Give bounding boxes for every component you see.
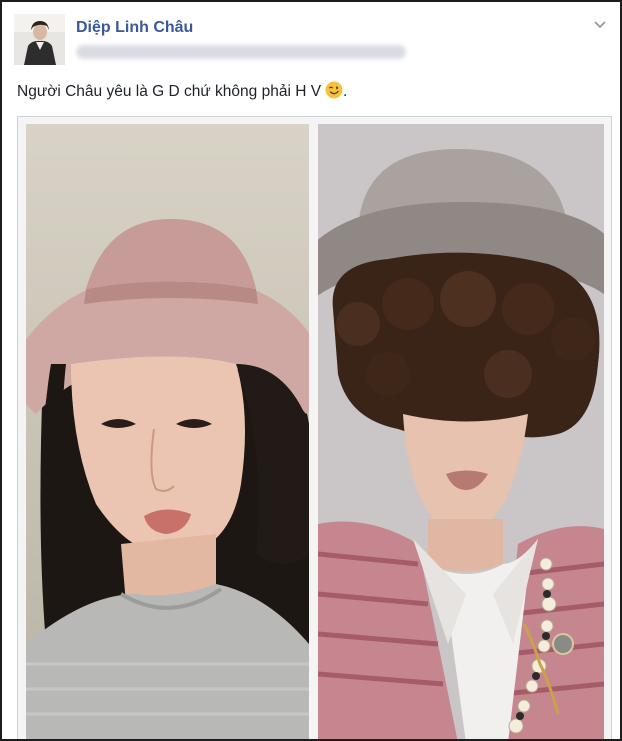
post-timestamp-blurred: [76, 45, 406, 59]
chevron-down-icon[interactable]: [592, 17, 608, 33]
wink-emoji-icon: [325, 81, 343, 99]
post-text-period: .: [343, 83, 348, 100]
post-photo-attachment[interactable]: [17, 116, 612, 739]
facebook-post-card: Diệp Linh Châu Người Châu yêu là G D chứ…: [0, 0, 622, 741]
author-avatar[interactable]: [14, 14, 65, 65]
photo-woman-pink-hat: [26, 124, 309, 739]
author-name-link[interactable]: Diệp Linh Châu: [76, 19, 193, 37]
post-header: Diệp Linh Châu: [14, 14, 610, 65]
photo-man-grey-hat: [318, 124, 604, 739]
post-text: Người Châu yêu là G D chứ không phải H V…: [17, 81, 347, 101]
post-text-content: Người Châu yêu là G D chứ không phải H V: [17, 83, 322, 100]
